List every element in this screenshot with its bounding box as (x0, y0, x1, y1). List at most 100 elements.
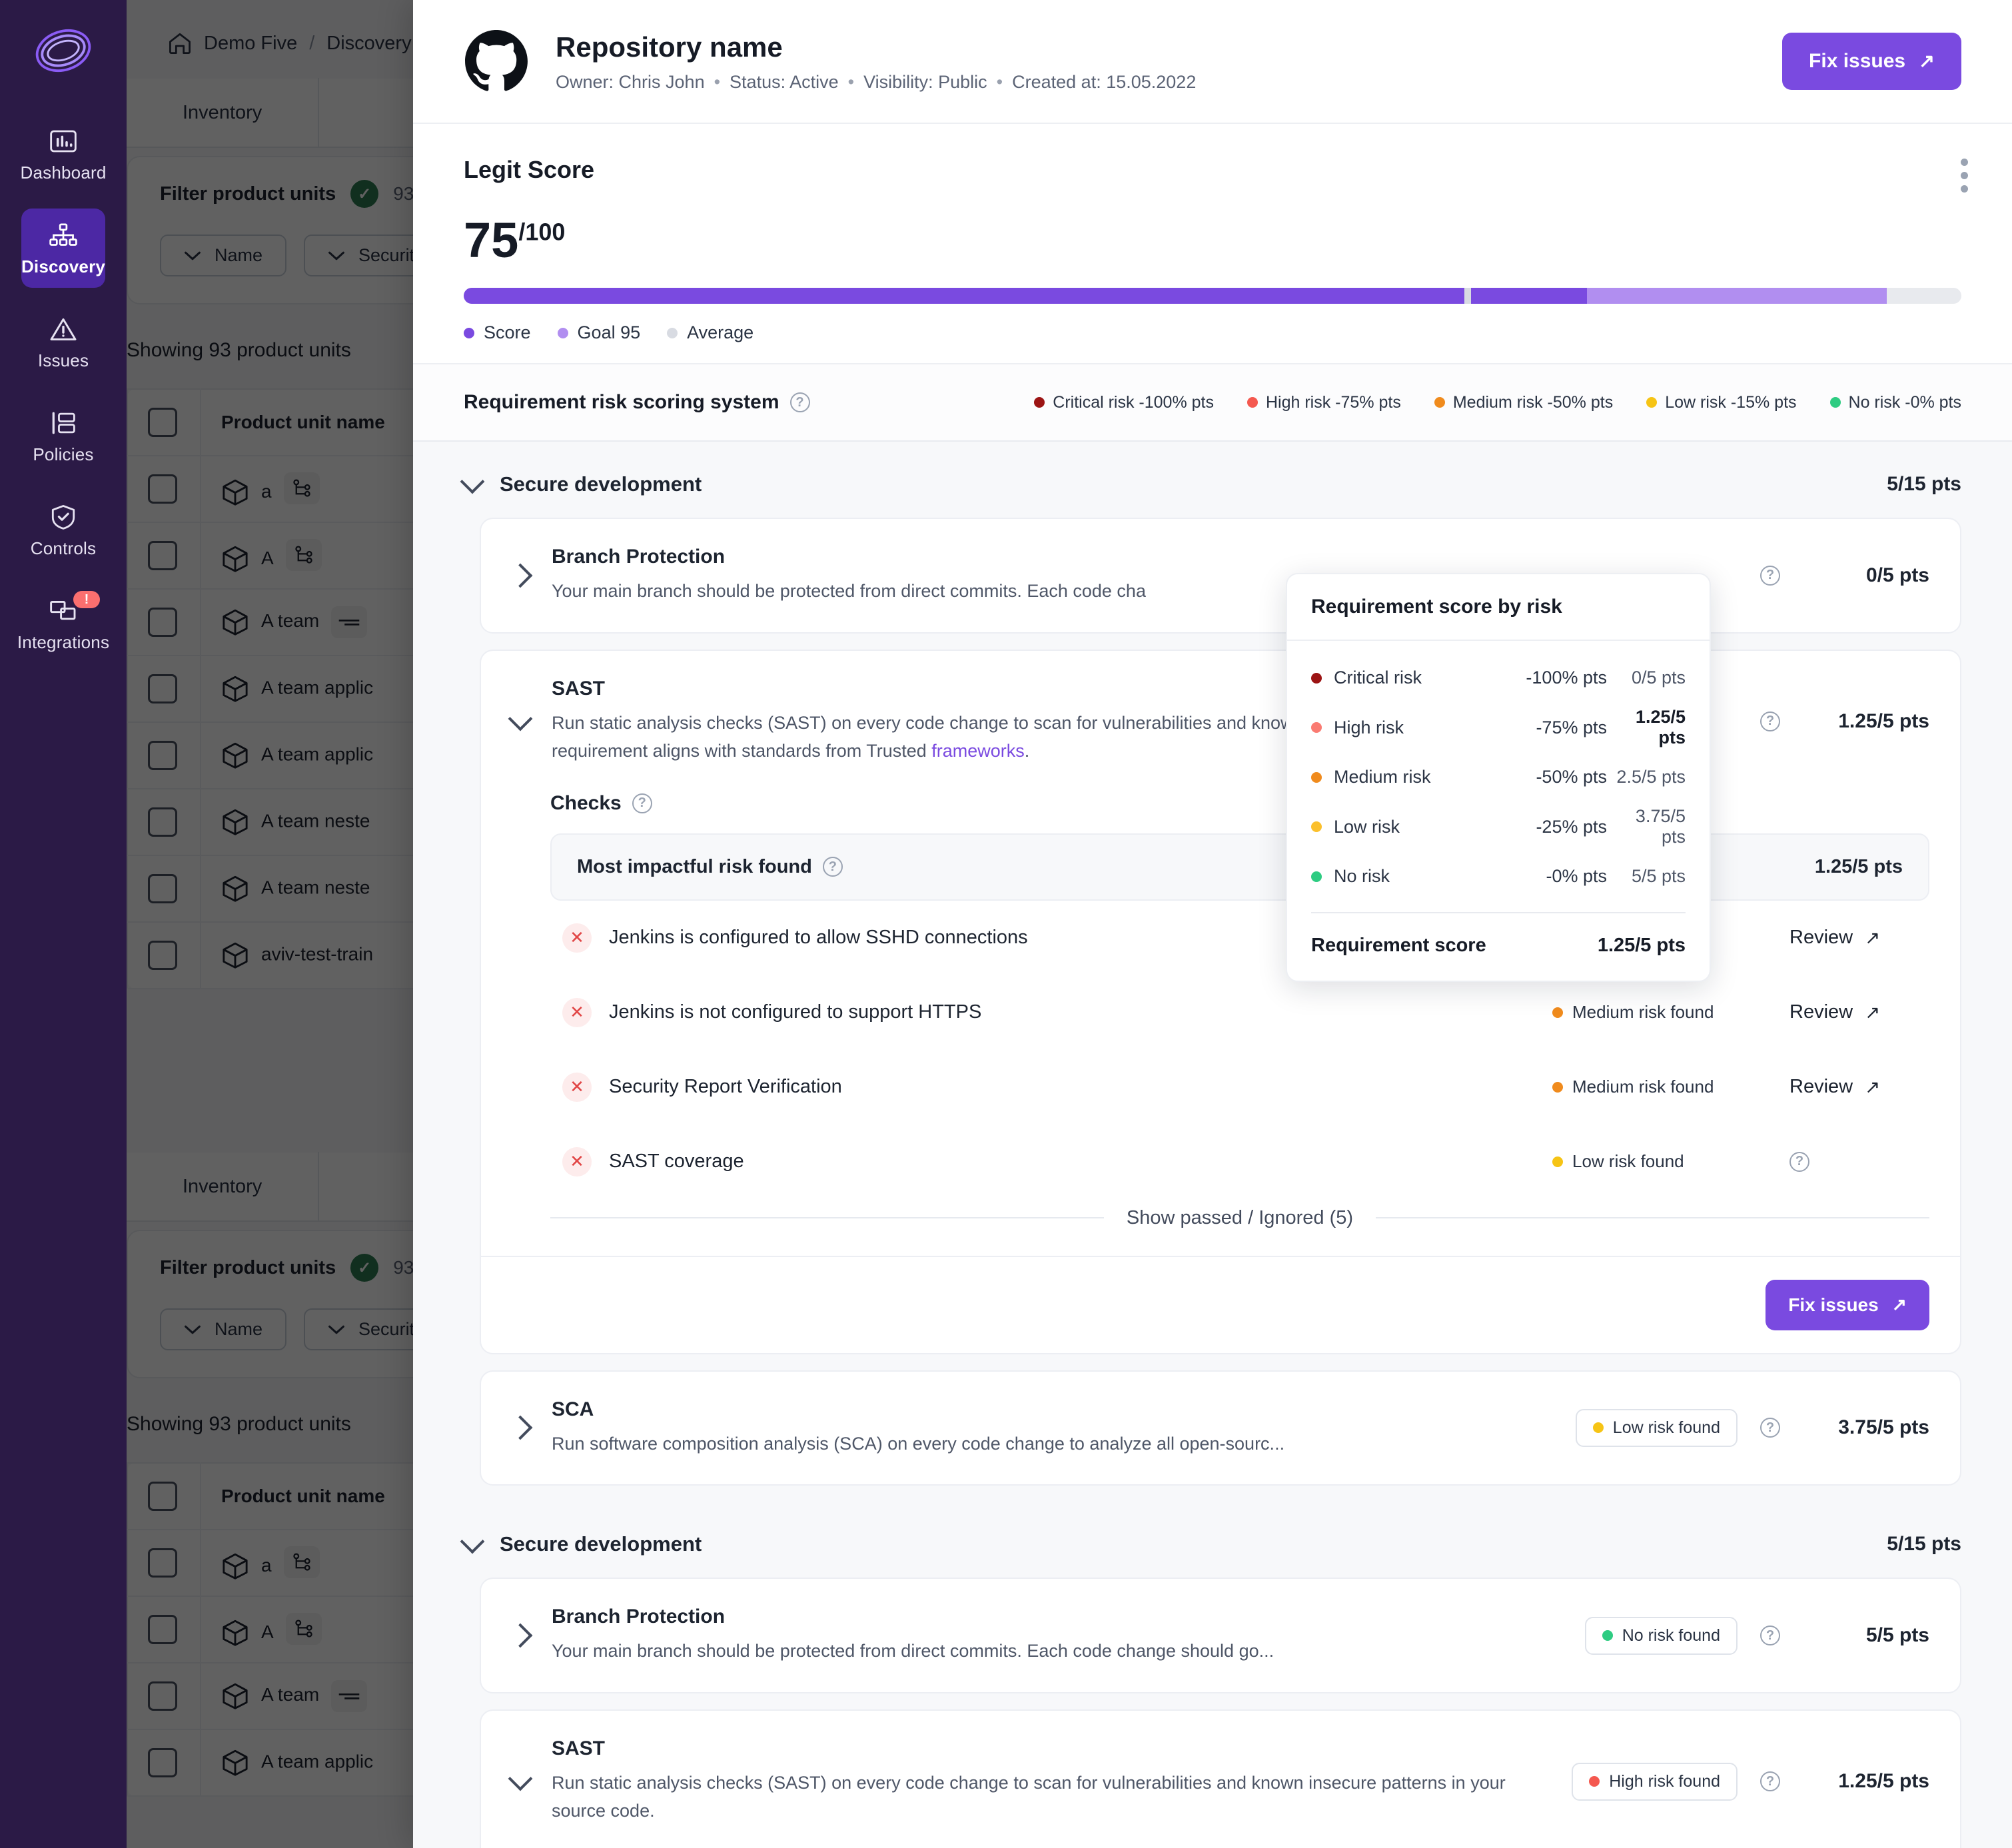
sidebar-item-policies[interactable]: Policies (21, 396, 105, 476)
divider (1376, 1217, 1929, 1219)
external-link-icon: ↗ (1865, 1076, 1881, 1097)
tooltip-row-low: Low risk -25% pts 3.75/5 pts (1311, 797, 1686, 857)
chevron-right-icon[interactable] (508, 1623, 533, 1648)
frameworks-link[interactable]: frameworks (931, 741, 1025, 761)
check-risk: Medium risk found (1552, 1077, 1772, 1097)
requirement-row[interactable]: SCA Run software composition analysis (S… (481, 1372, 1960, 1485)
check-row[interactable]: ✕ Jenkins is configured to allow SSHD co… (550, 901, 1929, 975)
help-circle-icon[interactable]: ? (1760, 565, 1780, 586)
policies-icon (48, 410, 79, 436)
chevron-down-icon[interactable] (460, 469, 485, 494)
legend-label: Average (687, 322, 754, 342)
tooltip-title: Requirement score by risk (1287, 574, 1710, 641)
status-badge: Low risk found (1575, 1408, 1738, 1447)
chevron-right-icon[interactable] (508, 563, 533, 588)
score-bar-score-segment (464, 288, 1587, 304)
legend-dot (1311, 722, 1322, 733)
check-row[interactable]: ✕ Security Report Verification Medium ri… (550, 1050, 1929, 1125)
legend-dot (464, 327, 474, 338)
most-impactful-score: 1.25/5 pts (1814, 855, 1903, 877)
group-header-secure-development-1[interactable]: Secure development 5/15 pts (460, 442, 1961, 518)
risk-legend-low: Low risk -15% pts (1646, 393, 1797, 412)
legend-dot (1646, 397, 1658, 408)
checks-title: Checks (550, 791, 622, 814)
app-root: Dashboard Discovery Issues Policies Cont… (0, 0, 2012, 1848)
risk-legend-critical: Critical risk -100% pts (1034, 393, 1214, 412)
meta-separator: • (714, 71, 721, 92)
sidebar-item-issues[interactable]: Issues (21, 302, 105, 382)
requirement-description: Your main branch should be protected fro… (552, 1641, 1274, 1661)
help-circle-icon[interactable]: ? (632, 793, 652, 813)
review-link[interactable]: Review ↗ (1789, 1001, 1929, 1023)
sidebar-item-controls[interactable]: Controls (21, 490, 105, 570)
help-circle-icon[interactable]: ? (1760, 1418, 1780, 1438)
tooltip-rows: Critical risk -100% pts 0/5 pts High ris… (1287, 641, 1710, 903)
sidebar-item-label: Policies (33, 444, 94, 464)
repo-info: Repository name Owner: Chris John • Stat… (556, 30, 1196, 93)
group-header-secure-development-2[interactable]: Secure development 5/15 pts (460, 1502, 1961, 1578)
status-badge: High risk found (1572, 1762, 1738, 1801)
external-link-icon: ↗ (1865, 927, 1881, 948)
chevron-down-icon[interactable] (508, 1766, 533, 1791)
kebab-menu-icon[interactable] (1961, 159, 1968, 193)
status-badge-label: Low risk found (1612, 1418, 1720, 1437)
check-row[interactable]: ✕ Jenkins is not configured to support H… (550, 975, 1929, 1050)
legend-item-average: Average (667, 322, 754, 343)
legend-dot (1552, 1156, 1563, 1167)
chevron-down-icon[interactable] (460, 1529, 485, 1554)
group-title: Secure development (500, 472, 702, 496)
check-row[interactable]: ✕ SAST coverage Low risk found ? (550, 1125, 1929, 1199)
help-circle-icon[interactable]: ? (822, 857, 843, 877)
requirement-row[interactable]: SAST Run static analysis checks (SAST) o… (481, 651, 1960, 792)
tooltip-row-pts: 3.75/5 pts (1635, 806, 1686, 847)
help-circle-icon[interactable]: ? (1760, 1625, 1780, 1646)
check-name: Security Report Verification (609, 1076, 842, 1098)
legend-dot (1034, 397, 1045, 408)
group-title: Secure development (500, 1532, 702, 1556)
check-help[interactable]: ? (1789, 1151, 1929, 1172)
risk-legend-high: High risk -75% pts (1247, 393, 1401, 412)
checks-block: Checks ? Most impactful risk found ? 1.2… (481, 792, 1960, 1256)
sidebar-item-discovery[interactable]: Discovery (21, 209, 105, 288)
chevron-right-icon[interactable] (508, 1416, 533, 1440)
legend-label: Score (484, 322, 531, 342)
fix-issues-button-sast[interactable]: Fix issues ↗ (1765, 1279, 1929, 1330)
legit-score-section: Legit Score 75/100 Score Goal 95 Average (413, 124, 2012, 363)
failed-check-icon: ✕ (562, 1072, 592, 1102)
legend-dot (1552, 1081, 1563, 1093)
repo-meta: Owner: Chris John • Status: Active • Vis… (556, 72, 1196, 93)
requirement-card-sca: SCA Run software composition analysis (S… (480, 1370, 1961, 1486)
group-score: 5/15 pts (1887, 473, 1961, 495)
requirement-name: Branch Protection (552, 546, 726, 568)
help-circle-icon[interactable]: ? (1760, 711, 1780, 731)
requirement-row[interactable]: Branch Protection Your main branch shoul… (481, 1579, 1960, 1692)
chevron-down-icon[interactable] (508, 706, 533, 731)
risk-system-label: Requirement risk scoring system (464, 391, 779, 413)
sidebar-item-dashboard[interactable]: Dashboard (21, 115, 106, 194)
legend-dot (1311, 771, 1322, 783)
sidebar-item-integrations[interactable]: ! Integrations (17, 584, 109, 664)
sidebar-item-label: Discovery (21, 256, 106, 276)
review-link[interactable]: Review ↗ (1789, 927, 1929, 949)
fix-issues-button-header[interactable]: Fix issues ↗ (1782, 33, 1961, 90)
help-circle-icon[interactable]: ? (1760, 1771, 1780, 1792)
failed-check-icon: ✕ (562, 1147, 592, 1176)
requirement-main: SAST Run static analysis checks (SAST) o… (552, 1737, 1549, 1825)
requirement-row[interactable]: Branch Protection Your main branch shoul… (481, 519, 1960, 632)
help-circle-icon[interactable]: ? (789, 392, 810, 412)
help-circle-icon[interactable]: ? (1789, 1151, 1809, 1172)
legend-dot (1311, 672, 1322, 684)
tooltip-row-pct: -50% pts (1536, 767, 1607, 787)
requirement-description: Run software composition analysis (SCA) … (552, 1433, 1285, 1454)
check-risk: Medium risk found (1552, 1002, 1772, 1023)
review-link[interactable]: Review ↗ (1789, 1076, 1929, 1098)
review-label: Review (1789, 1076, 1853, 1098)
show-passed-ignored-toggle[interactable]: Show passed / Ignored (5) (550, 1207, 1929, 1229)
github-icon (464, 29, 529, 94)
requirement-row[interactable]: SAST Run static analysis checks (SAST) o… (481, 1711, 1960, 1848)
external-link-icon: ↗ (1891, 1294, 1907, 1315)
tooltip-row-pts: 2.5/5 pts (1616, 767, 1686, 787)
group-score: 5/15 pts (1887, 1533, 1961, 1556)
tooltip-row-label: Medium risk (1334, 767, 1431, 787)
most-impactful-risk-row: Most impactful risk found ? 1.25/5 pts (550, 833, 1929, 901)
